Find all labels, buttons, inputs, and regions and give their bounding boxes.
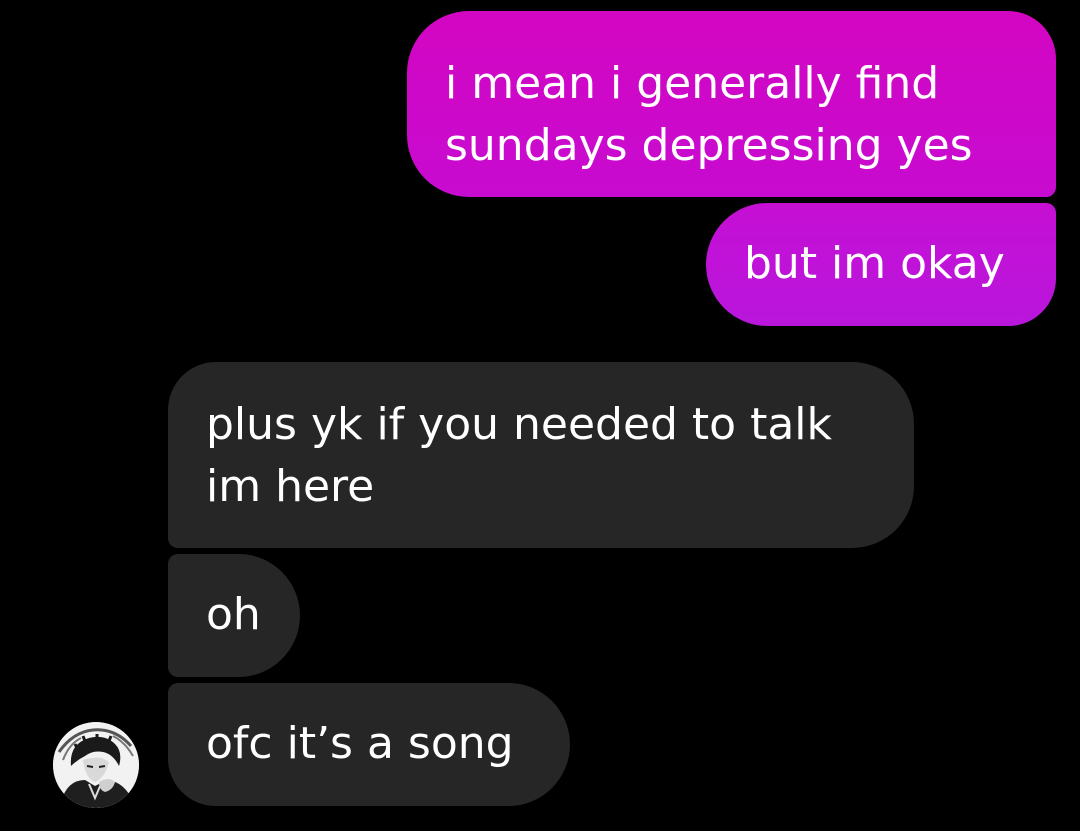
message-text: but im okay [744, 238, 1005, 289]
avatar[interactable] [53, 722, 139, 808]
user-avatar-icon [53, 722, 139, 808]
message-bubble-received[interactable]: plus yk if you needed to talk im here [168, 362, 914, 548]
message-bubble-sent[interactable]: i mean i generally find sundays depressi… [407, 11, 1056, 197]
message-text: ofc it’s a song [206, 718, 514, 769]
message-bubble-sent[interactable]: but im okay [706, 203, 1056, 326]
message-text: i mean i generally find sundays depressi… [445, 58, 973, 171]
message-bubble-received[interactable]: oh [168, 554, 300, 677]
chat-thread: { "conversation": { "messages": [ { "sen… [0, 0, 1080, 831]
message-bubble-received[interactable]: ofc it’s a song [168, 683, 570, 806]
message-text: plus yk if you needed to talk im here [206, 399, 833, 512]
message-text: oh [206, 589, 261, 640]
